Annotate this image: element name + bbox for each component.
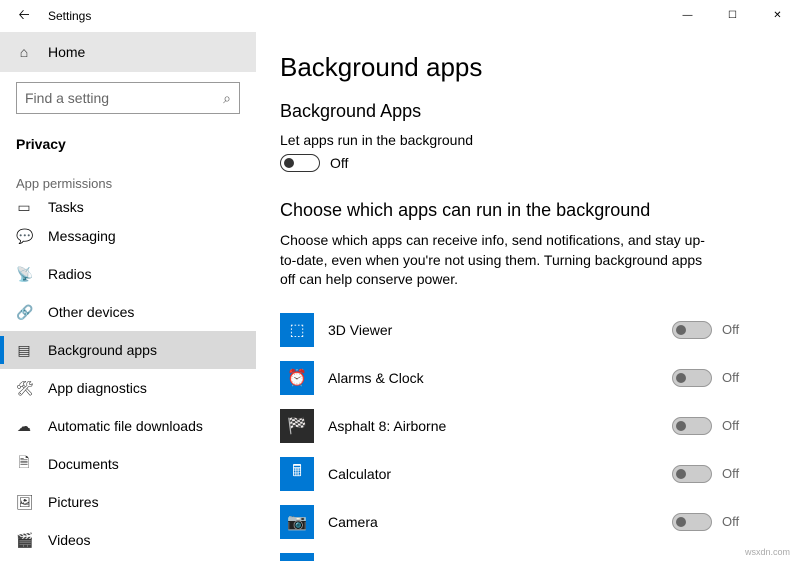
- app-toggle-state: Off: [722, 418, 750, 433]
- sidebar-home[interactable]: ⌂ Home: [0, 32, 256, 72]
- section-choose-apps-title: Choose which apps can run in the backgro…: [280, 200, 770, 221]
- sidebar-item-videos[interactable]: 🎬 Videos: [0, 521, 256, 559]
- nav-label: Videos: [48, 532, 91, 548]
- app-toggle[interactable]: [672, 321, 712, 339]
- app-name: Asphalt 8: Airborne: [328, 418, 672, 434]
- app-tile-icon: ⬚: [280, 313, 314, 347]
- sidebar-item-documents[interactable]: 🗎 Documents: [0, 445, 256, 483]
- app-name: 3D Viewer: [328, 322, 672, 338]
- sidebar-item-pictures[interactable]: 🖼 Pictures: [0, 483, 256, 521]
- app-tile-icon: ◯: [280, 553, 314, 561]
- app-toggle-state: Off: [722, 514, 750, 529]
- sidebar-item-radios[interactable]: 📡 Radios: [0, 255, 256, 293]
- choose-apps-description: Choose which apps can receive info, send…: [280, 231, 710, 290]
- sidebar-item-messaging[interactable]: 💬 Messaging: [0, 217, 256, 255]
- app-tile-icon: 📷: [280, 505, 314, 539]
- app-row-3d-viewer: ⬚ 3D Viewer Off: [280, 306, 770, 354]
- sidebar-item-other-devices[interactable]: 🔗 Other devices: [0, 293, 256, 331]
- radios-icon: 📡: [16, 266, 32, 283]
- titlebar: 🡠 Settings — ☐ ✕: [0, 0, 800, 32]
- nav-label: App diagnostics: [48, 380, 147, 396]
- back-button[interactable]: 🡠: [8, 0, 40, 32]
- other-devices-icon: 🔗: [16, 304, 32, 321]
- documents-icon: 🗎: [16, 452, 32, 476]
- page-title: Background apps: [280, 52, 770, 83]
- nav-label: Automatic file downloads: [48, 418, 203, 434]
- minimize-button[interactable]: —: [665, 0, 710, 30]
- home-icon: ⌂: [16, 44, 32, 60]
- nav-label: Radios: [48, 266, 92, 282]
- app-toggle[interactable]: [672, 417, 712, 435]
- nav-label: Documents: [48, 456, 119, 472]
- app-list: ⬚ 3D Viewer Off ⏰ Alarms & Clock Off 🏁 A…: [280, 306, 770, 561]
- cloud-download-icon: ☁: [16, 418, 32, 435]
- background-apps-icon: ▤: [16, 342, 32, 359]
- sidebar-item-background-apps[interactable]: ▤ Background apps: [0, 331, 256, 369]
- nav-label: Pictures: [48, 494, 99, 510]
- nav-label: Messaging: [48, 228, 116, 244]
- app-toggle-state: Off: [722, 370, 750, 385]
- nav-label: Tasks: [48, 199, 84, 215]
- app-diagnostics-icon: 🛠: [16, 380, 32, 397]
- nav-label: Background apps: [48, 342, 157, 358]
- sidebar: ⌂ Home Find a setting ⌕ Privacy App perm…: [0, 32, 256, 561]
- app-row-alarms-clock: ⏰ Alarms & Clock Off: [280, 354, 770, 402]
- app-row-cortana: ◯ Cortana Off: [280, 546, 770, 561]
- app-tile-icon: ⏰: [280, 361, 314, 395]
- home-label: Home: [48, 44, 85, 60]
- app-row-camera: 📷 Camera Off: [280, 498, 770, 546]
- content: Background apps Background Apps Let apps…: [256, 32, 800, 561]
- app-name: Calculator: [328, 466, 672, 482]
- window-controls: — ☐ ✕: [665, 0, 800, 30]
- tasks-icon: ▭: [16, 199, 32, 216]
- app-row-calculator: 🖩 Calculator Off: [280, 450, 770, 498]
- messaging-icon: 💬: [16, 228, 32, 245]
- nav-list: ▭ Tasks 💬 Messaging 📡 Radios 🔗 Other devices…: [0, 197, 256, 561]
- window-title: Settings: [48, 9, 91, 23]
- category-title: Privacy: [0, 124, 256, 160]
- search-icon: ⌕: [223, 90, 231, 107]
- close-button[interactable]: ✕: [755, 0, 800, 30]
- section-header: App permissions: [0, 160, 256, 197]
- master-toggle-state: Off: [330, 155, 348, 171]
- master-toggle-label: Let apps run in the background: [280, 132, 770, 148]
- app-name: Alarms & Clock: [328, 370, 672, 386]
- sidebar-item-app-diagnostics[interactable]: 🛠 App diagnostics: [0, 369, 256, 407]
- sidebar-item-tasks[interactable]: ▭ Tasks: [0, 197, 256, 217]
- app-toggle-state: Off: [722, 322, 750, 337]
- app-toggle-state: Off: [722, 466, 750, 481]
- maximize-button[interactable]: ☐: [710, 0, 755, 30]
- search-placeholder: Find a setting: [25, 90, 109, 106]
- section-background-apps-title: Background Apps: [280, 101, 770, 122]
- app-tile-icon: 🖩: [280, 457, 314, 491]
- search-input[interactable]: Find a setting ⌕: [16, 82, 240, 114]
- sidebar-item-auto-file-downloads[interactable]: ☁ Automatic file downloads: [0, 407, 256, 445]
- watermark: wsxdn.com: [745, 547, 790, 557]
- pictures-icon: 🖼: [16, 494, 32, 511]
- master-toggle[interactable]: [280, 154, 320, 172]
- app-tile-icon: 🏁: [280, 409, 314, 443]
- videos-icon: 🎬: [16, 532, 32, 549]
- app-name: Camera: [328, 514, 672, 530]
- app-toggle[interactable]: [672, 369, 712, 387]
- app-row-asphalt-8: 🏁 Asphalt 8: Airborne Off: [280, 402, 770, 450]
- app-toggle[interactable]: [672, 513, 712, 531]
- nav-label: Other devices: [48, 304, 134, 320]
- app-toggle[interactable]: [672, 465, 712, 483]
